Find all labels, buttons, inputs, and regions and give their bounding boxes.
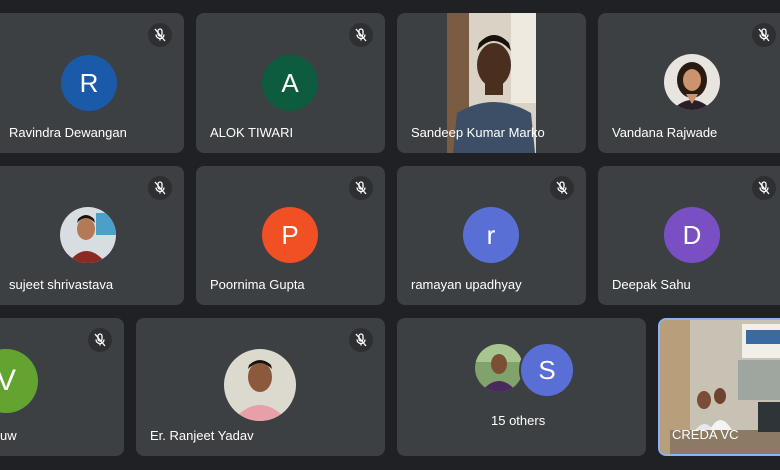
participant-name: ALOK TIWARI [210, 125, 294, 140]
avatar-photo [475, 344, 523, 392]
mic-off-icon [148, 176, 172, 200]
mic-off-icon [752, 176, 776, 200]
avatar: r [463, 207, 519, 263]
avatar: V [0, 349, 38, 413]
avatar: R [61, 55, 117, 111]
participant-name: Er. Ranjeet Yadav [150, 428, 254, 443]
mic-off-icon [752, 23, 776, 47]
participant-name: Sandeep Kumar Marko [411, 125, 545, 140]
participant-tile[interactable]: V uw [0, 318, 124, 456]
participant-tile[interactable]: sujeet shrivastava [0, 166, 184, 305]
participant-name: Poornima Gupta [210, 277, 305, 292]
participant-name: ramayan upadhyay [411, 277, 522, 292]
participant-tile-active[interactable]: CREDA VC [658, 318, 780, 456]
participant-tile[interactable]: A ALOK TIWARI [196, 13, 385, 153]
avatar: A [262, 55, 318, 111]
avatar-photo [664, 54, 720, 110]
participant-tile[interactable]: r ramayan upadhyay [397, 166, 586, 305]
mic-off-icon [349, 23, 373, 47]
avatar-photo [224, 349, 296, 421]
avatar: S [519, 342, 575, 398]
participant-tile[interactable]: P Poornima Gupta [196, 166, 385, 305]
participant-name: Ravindra Dewangan [9, 125, 127, 140]
avatar: P [262, 207, 318, 263]
participant-tile[interactable]: D Deepak Sahu [598, 166, 780, 305]
avatar-photo [60, 207, 116, 263]
participant-tile[interactable]: Vandana Rajwade [598, 13, 780, 153]
mic-off-icon [88, 328, 112, 352]
participant-name: sujeet shrivastava [9, 277, 114, 292]
participant-tile[interactable]: Er. Ranjeet Yadav [136, 318, 385, 456]
avatar: D [664, 207, 720, 263]
participant-name: Vandana Rajwade [612, 125, 718, 140]
participant-name: CREDA VC [672, 427, 739, 442]
participant-tile[interactable]: R Ravindra Dewangan [0, 13, 184, 153]
participant-name: uw [0, 428, 17, 443]
participant-name: Deepak Sahu [612, 277, 691, 292]
mic-off-icon [349, 328, 373, 352]
mic-off-icon [349, 176, 373, 200]
others-tile[interactable]: S 15 others [397, 318, 646, 456]
mic-off-icon [550, 176, 574, 200]
others-count-label: 15 others [491, 413, 546, 428]
participant-tile[interactable]: Sandeep Kumar Marko [397, 13, 586, 153]
mic-off-icon [148, 23, 172, 47]
